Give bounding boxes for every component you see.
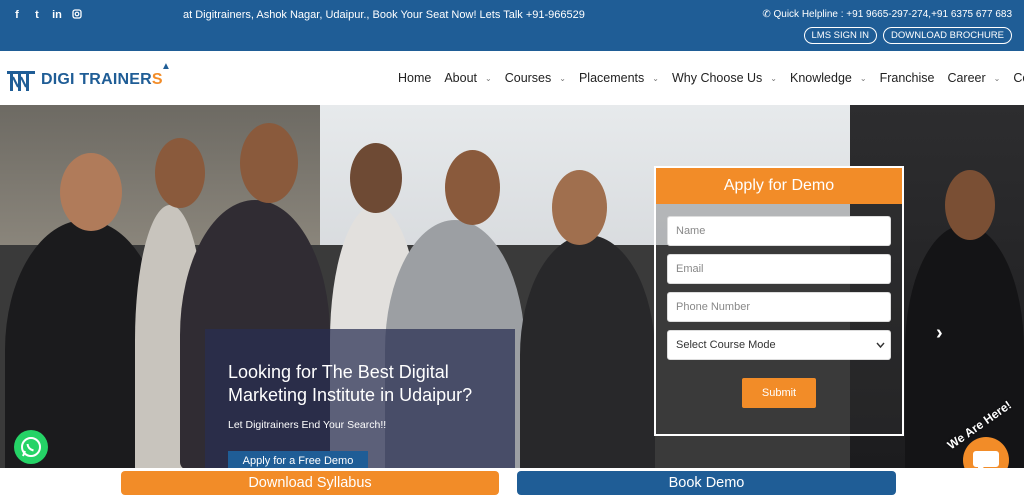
chevron-down-icon: ⌄ bbox=[993, 73, 1001, 83]
name-field[interactable]: Name bbox=[667, 216, 891, 246]
person-head bbox=[350, 143, 402, 213]
person-head bbox=[155, 138, 205, 208]
person-head bbox=[945, 170, 995, 240]
helpline: ✆ Quick Helpline : +91 9665-297-274,+91 … bbox=[762, 9, 1012, 20]
submit-button[interactable]: Submit bbox=[742, 378, 816, 408]
instagram-icon[interactable] bbox=[72, 9, 82, 22]
person-head bbox=[552, 170, 607, 245]
chevron-down-icon: ⌄ bbox=[770, 73, 777, 83]
nav-menu: Home About ⌄ Courses ⌄ Placements ⌄ Why Cho… bbox=[398, 71, 1024, 85]
download-brochure-button[interactable]: DOWNLOAD BROCHURE bbox=[883, 27, 1012, 44]
form-title: Apply for Demo bbox=[656, 168, 902, 204]
demo-form: Apply for Demo Name Email Phone Number S… bbox=[654, 166, 904, 436]
chevron-down-icon: ⌄ bbox=[485, 73, 492, 83]
hero-subtitle: Let Digitrainers End Your Search!! bbox=[228, 419, 387, 431]
email-field[interactable]: Email bbox=[667, 254, 891, 284]
nav-label: About bbox=[444, 71, 478, 85]
helpline-text: Quick Helpline : +91 9665-297-274,+91 63… bbox=[773, 9, 1012, 20]
whatsapp-icon[interactable] bbox=[14, 430, 48, 464]
nav-item-career[interactable]: Career ⌄ bbox=[947, 71, 1000, 85]
slider-next-icon[interactable]: › bbox=[936, 322, 943, 345]
nav-label: Contact bbox=[1013, 71, 1024, 85]
facebook-icon[interactable]: f bbox=[12, 9, 22, 22]
chevron-down-icon bbox=[876, 331, 885, 371]
logo-text-main: DIGI TRAINER bbox=[41, 71, 152, 88]
main-navbar: DIGI TRAINERS ▲ Home About ⌄ Courses ⌄ Pla… bbox=[0, 51, 1024, 105]
logo-text-accent: S bbox=[151, 71, 163, 88]
twitter-icon[interactable]: t bbox=[32, 9, 42, 22]
nav-item-franchise[interactable]: Franchise bbox=[880, 71, 935, 85]
bottom-bar: Download Syllabus Book Demo bbox=[0, 468, 1024, 499]
promo-text: at Digitrainers, Ashok Nagar, Udaipur., … bbox=[183, 9, 585, 21]
nav-item-why-choose-us[interactable]: Why Choose Us ⌄ bbox=[672, 71, 777, 85]
nav-label: Courses bbox=[504, 71, 552, 85]
download-syllabus-button[interactable]: Download Syllabus bbox=[121, 471, 499, 495]
hero-title: Looking for The Best Digital Marketing I… bbox=[228, 362, 473, 405]
nav-item-courses[interactable]: Courses ⌄ bbox=[505, 71, 566, 85]
nav-label: Placements bbox=[578, 71, 645, 85]
nav-label: Knowledge bbox=[790, 71, 852, 85]
chevron-down-icon: ⌄ bbox=[859, 73, 867, 83]
nav-item-placements[interactable]: Placements ⌄ bbox=[579, 71, 659, 85]
phone-field[interactable]: Phone Number bbox=[667, 292, 891, 322]
phone-icon: ✆ bbox=[762, 9, 771, 20]
course-mode-value: Select Course Mode bbox=[676, 339, 776, 351]
logo-text: DIGI TRAINERS bbox=[41, 71, 163, 89]
chevron-down-icon: ⌄ bbox=[652, 73, 659, 83]
graduation-cap-icon: ▲ bbox=[161, 61, 171, 72]
nav-item-contact[interactable]: Contact bbox=[1013, 71, 1024, 85]
nav-label: Franchise bbox=[879, 71, 935, 85]
book-demo-button[interactable]: Book Demo bbox=[517, 471, 896, 495]
chevron-down-icon: ⌄ bbox=[559, 73, 566, 83]
person-head bbox=[445, 150, 500, 225]
top-bar: f t in at Digitrainers, Ashok Nagar, Uda… bbox=[0, 0, 1024, 51]
logo[interactable]: DIGI TRAINERS ▲ bbox=[6, 61, 171, 93]
nav-item-about[interactable]: About ⌄ bbox=[444, 71, 491, 85]
nav-item-knowledge[interactable]: Knowledge ⌄ bbox=[790, 71, 867, 85]
person-head bbox=[240, 123, 298, 203]
nav-label: Why Choose Us bbox=[671, 71, 763, 85]
person-figure bbox=[520, 235, 655, 468]
person-head bbox=[60, 153, 122, 231]
top-buttons: LMS SIGN IN DOWNLOAD BROCHURE bbox=[803, 27, 1012, 44]
lms-signin-button[interactable]: LMS SIGN IN bbox=[803, 27, 878, 44]
logo-mark-icon bbox=[6, 67, 36, 93]
linkedin-icon[interactable]: in bbox=[52, 9, 62, 22]
social-links: f t in bbox=[12, 9, 82, 22]
nav-item-home[interactable]: Home bbox=[398, 71, 431, 85]
nav-label: Home bbox=[398, 71, 432, 85]
nav-label: Career bbox=[947, 71, 986, 85]
course-mode-select[interactable]: Select Course Mode bbox=[667, 330, 891, 360]
